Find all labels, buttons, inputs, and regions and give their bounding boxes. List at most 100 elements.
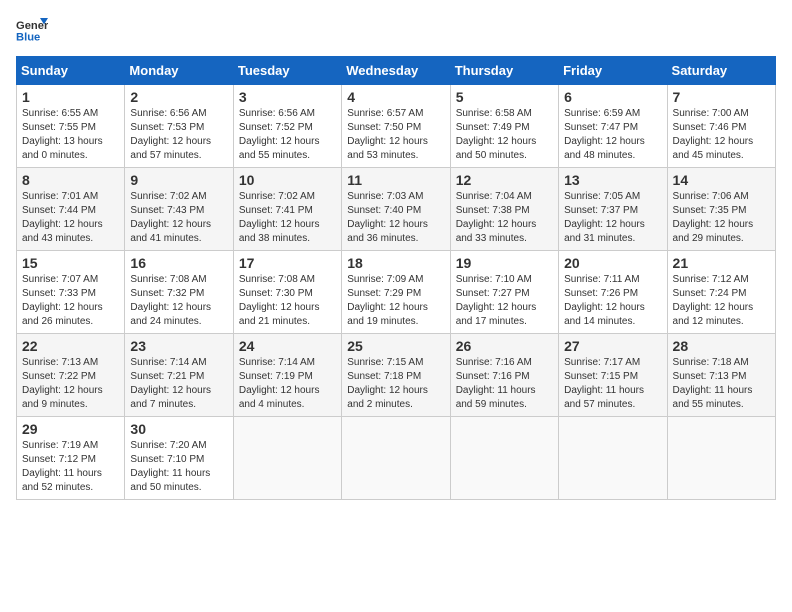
calendar-cell: 9Sunrise: 7:02 AMSunset: 7:43 PMDaylight… bbox=[125, 168, 233, 251]
calendar-cell: 3Sunrise: 6:56 AMSunset: 7:52 PMDaylight… bbox=[233, 85, 341, 168]
calendar-cell: 15 Sunrise: 7:07 AMSunset: 7:33 PMDayligh… bbox=[17, 251, 125, 334]
day-detail: Sunrise: 7:05 AMSunset: 7:37 PMDaylight:… bbox=[564, 191, 645, 244]
day-number: 1 bbox=[22, 89, 119, 105]
calendar-cell: 1 Sunrise: 6:55 AMSunset: 7:55 PMDaylight… bbox=[17, 85, 125, 168]
day-detail: Sunrise: 6:59 AMSunset: 7:47 PMDaylight:… bbox=[564, 108, 645, 161]
logo: General Blue bbox=[16, 16, 48, 44]
day-number: 28 bbox=[673, 338, 770, 354]
calendar-cell: 8 Sunrise: 7:01 AMSunset: 7:44 PMDaylight… bbox=[17, 168, 125, 251]
day-detail: Sunrise: 7:17 AMSunset: 7:15 PMDaylight:… bbox=[564, 357, 644, 410]
page-header: General Blue bbox=[16, 16, 776, 44]
day-number: 17 bbox=[239, 255, 336, 271]
calendar-week-4: 22Sunrise: 7:13 AMSunset: 7:22 PMDayligh… bbox=[17, 334, 776, 417]
day-detail: Sunrise: 7:08 AMSunset: 7:32 PMDaylight:… bbox=[130, 274, 211, 327]
calendar-cell: 4Sunrise: 6:57 AMSunset: 7:50 PMDaylight… bbox=[342, 85, 450, 168]
day-detail: Sunrise: 6:58 AMSunset: 7:49 PMDaylight:… bbox=[456, 108, 537, 161]
svg-text:Blue: Blue bbox=[16, 31, 40, 43]
day-detail: Sunrise: 7:11 AMSunset: 7:26 PMDaylight:… bbox=[564, 274, 645, 327]
calendar-cell bbox=[342, 417, 450, 500]
weekday-header-friday: Friday bbox=[559, 57, 667, 85]
calendar-cell: 17 Sunrise: 7:08 AMSunset: 7:30 PMDayligh… bbox=[233, 251, 341, 334]
day-detail: Sunrise: 7:02 AMSunset: 7:41 PMDaylight:… bbox=[239, 191, 320, 244]
calendar-cell: 21 Sunrise: 7:12 AMSunset: 7:24 PMDayligh… bbox=[667, 251, 775, 334]
day-number: 10 bbox=[239, 172, 336, 188]
calendar-cell: 18Sunrise: 7:09 AMSunset: 7:29 PMDayligh… bbox=[342, 251, 450, 334]
calendar-cell: 6 Sunrise: 6:59 AMSunset: 7:47 PMDaylight… bbox=[559, 85, 667, 168]
calendar-cell: 12 Sunrise: 7:04 AMSunset: 7:38 PMDayligh… bbox=[450, 168, 558, 251]
day-detail: Sunrise: 7:18 AMSunset: 7:13 PMDaylight:… bbox=[673, 357, 753, 410]
weekday-header-monday: Monday bbox=[125, 57, 233, 85]
day-detail: Sunrise: 6:57 AMSunset: 7:50 PMDaylight:… bbox=[347, 108, 428, 161]
day-number: 19 bbox=[456, 255, 553, 271]
calendar-cell: 30 Sunrise: 7:20 AMSunset: 7:10 PMDayligh… bbox=[125, 417, 233, 500]
calendar-cell: 2 Sunrise: 6:56 AMSunset: 7:53 PMDaylight… bbox=[125, 85, 233, 168]
day-detail: Sunrise: 7:13 AMSunset: 7:22 PMDaylight:… bbox=[22, 357, 103, 410]
calendar-week-1: 1 Sunrise: 6:55 AMSunset: 7:55 PMDaylight… bbox=[17, 85, 776, 168]
calendar-cell: 20 Sunrise: 7:11 AMSunset: 7:26 PMDayligh… bbox=[559, 251, 667, 334]
calendar-cell: 29 Sunrise: 7:19 AMSunset: 7:12 PMDayligh… bbox=[17, 417, 125, 500]
calendar-cell: 24Sunrise: 7:14 AMSunset: 7:19 PMDayligh… bbox=[233, 334, 341, 417]
day-detail: Sunrise: 7:02 AMSunset: 7:43 PMDaylight:… bbox=[130, 191, 211, 244]
day-number: 7 bbox=[673, 89, 770, 105]
weekday-header-sunday: Sunday bbox=[17, 57, 125, 85]
calendar-cell: 7 Sunrise: 7:00 AMSunset: 7:46 PMDaylight… bbox=[667, 85, 775, 168]
calendar-cell bbox=[450, 417, 558, 500]
day-detail: Sunrise: 7:07 AMSunset: 7:33 PMDaylight:… bbox=[22, 274, 103, 327]
calendar-table: SundayMondayTuesdayWednesdayThursdayFrid… bbox=[16, 56, 776, 500]
calendar-cell: 13Sunrise: 7:05 AMSunset: 7:37 PMDayligh… bbox=[559, 168, 667, 251]
day-number: 5 bbox=[456, 89, 553, 105]
day-detail: Sunrise: 7:14 AMSunset: 7:21 PMDaylight:… bbox=[130, 357, 211, 410]
calendar-cell: 26 Sunrise: 7:16 AMSunset: 7:16 PMDayligh… bbox=[450, 334, 558, 417]
calendar-cell: 28 Sunrise: 7:18 AMSunset: 7:13 PMDayligh… bbox=[667, 334, 775, 417]
day-detail: Sunrise: 7:00 AMSunset: 7:46 PMDaylight:… bbox=[673, 108, 754, 161]
calendar-cell: 23 Sunrise: 7:14 AMSunset: 7:21 PMDayligh… bbox=[125, 334, 233, 417]
day-number: 2 bbox=[130, 89, 227, 105]
day-number: 30 bbox=[130, 421, 227, 437]
day-number: 14 bbox=[673, 172, 770, 188]
day-number: 25 bbox=[347, 338, 444, 354]
day-number: 20 bbox=[564, 255, 661, 271]
weekday-header-thursday: Thursday bbox=[450, 57, 558, 85]
day-detail: Sunrise: 7:15 AMSunset: 7:18 PMDaylight:… bbox=[347, 357, 428, 410]
calendar-cell bbox=[667, 417, 775, 500]
day-number: 16 bbox=[130, 255, 227, 271]
weekday-header-saturday: Saturday bbox=[667, 57, 775, 85]
day-detail: Sunrise: 7:09 AMSunset: 7:29 PMDaylight:… bbox=[347, 274, 428, 327]
calendar-cell bbox=[233, 417, 341, 500]
calendar-cell: 14 Sunrise: 7:06 AMSunset: 7:35 PMDayligh… bbox=[667, 168, 775, 251]
day-number: 26 bbox=[456, 338, 553, 354]
day-detail: Sunrise: 7:01 AMSunset: 7:44 PMDaylight:… bbox=[22, 191, 103, 244]
calendar-cell: 10 Sunrise: 7:02 AMSunset: 7:41 PMDayligh… bbox=[233, 168, 341, 251]
day-detail: Sunrise: 7:16 AMSunset: 7:16 PMDaylight:… bbox=[456, 357, 536, 410]
day-detail: Sunrise: 7:03 AMSunset: 7:40 PMDaylight:… bbox=[347, 191, 428, 244]
day-number: 6 bbox=[564, 89, 661, 105]
calendar-week-2: 8 Sunrise: 7:01 AMSunset: 7:44 PMDaylight… bbox=[17, 168, 776, 251]
day-detail: Sunrise: 7:04 AMSunset: 7:38 PMDaylight:… bbox=[456, 191, 537, 244]
day-number: 12 bbox=[456, 172, 553, 188]
day-number: 27 bbox=[564, 338, 661, 354]
calendar-cell: 19 Sunrise: 7:10 AMSunset: 7:27 PMDayligh… bbox=[450, 251, 558, 334]
logo-icon: General Blue bbox=[16, 16, 48, 44]
day-detail: Sunrise: 6:56 AMSunset: 7:53 PMDaylight:… bbox=[130, 108, 211, 161]
day-detail: Sunrise: 7:14 AMSunset: 7:19 PMDaylight:… bbox=[239, 357, 320, 410]
day-number: 11 bbox=[347, 172, 444, 188]
day-number: 15 bbox=[22, 255, 119, 271]
day-detail: Sunrise: 7:08 AMSunset: 7:30 PMDaylight:… bbox=[239, 274, 320, 327]
calendar-cell: 27 Sunrise: 7:17 AMSunset: 7:15 PMDayligh… bbox=[559, 334, 667, 417]
weekday-header-wednesday: Wednesday bbox=[342, 57, 450, 85]
day-detail: Sunrise: 7:06 AMSunset: 7:35 PMDaylight:… bbox=[673, 191, 754, 244]
calendar-week-3: 15 Sunrise: 7:07 AMSunset: 7:33 PMDayligh… bbox=[17, 251, 776, 334]
day-number: 29 bbox=[22, 421, 119, 437]
calendar-cell: 25 Sunrise: 7:15 AMSunset: 7:18 PMDayligh… bbox=[342, 334, 450, 417]
day-number: 23 bbox=[130, 338, 227, 354]
day-number: 8 bbox=[22, 172, 119, 188]
day-number: 3 bbox=[239, 89, 336, 105]
day-detail: Sunrise: 7:20 AMSunset: 7:10 PMDaylight:… bbox=[130, 440, 210, 493]
day-detail: Sunrise: 6:55 AMSunset: 7:55 PMDaylight:… bbox=[22, 108, 103, 161]
day-detail: Sunrise: 7:12 AMSunset: 7:24 PMDaylight:… bbox=[673, 274, 754, 327]
calendar-week-5: 29 Sunrise: 7:19 AMSunset: 7:12 PMDayligh… bbox=[17, 417, 776, 500]
day-detail: Sunrise: 7:19 AMSunset: 7:12 PMDaylight:… bbox=[22, 440, 102, 493]
day-number: 21 bbox=[673, 255, 770, 271]
calendar-cell: 5 Sunrise: 6:58 AMSunset: 7:49 PMDaylight… bbox=[450, 85, 558, 168]
day-detail: Sunrise: 7:10 AMSunset: 7:27 PMDaylight:… bbox=[456, 274, 537, 327]
